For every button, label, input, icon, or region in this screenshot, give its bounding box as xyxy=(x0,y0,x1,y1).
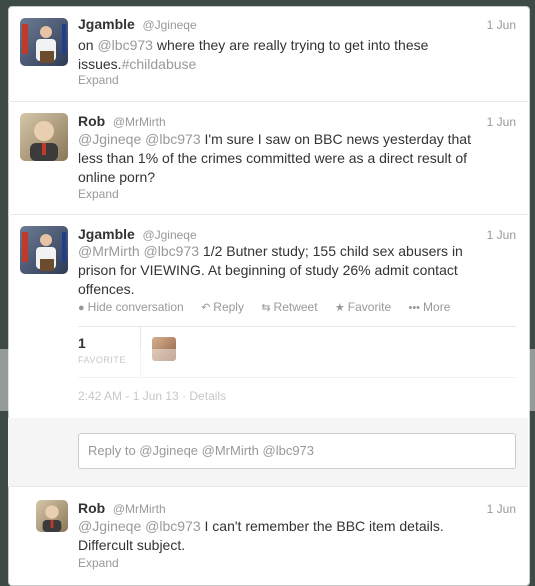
author-handle[interactable]: @Jgineqe xyxy=(142,18,196,32)
tweet-4[interactable]: Rob @MrMirth 1 Jun @Jgineqe @lbc973 I ca… xyxy=(8,486,528,578)
tweet-text: on @lbc973 where they are really trying … xyxy=(78,36,488,74)
mention-link[interactable]: @lbc973 xyxy=(145,131,200,147)
retweet-icon: ⇆ xyxy=(261,302,271,314)
tweet-timestamp[interactable]: 1 Jun xyxy=(487,18,516,32)
avatar[interactable] xyxy=(20,113,68,161)
author-name[interactable]: Jgamble xyxy=(78,16,135,32)
author-handle[interactable]: @Jgineqe xyxy=(142,228,196,242)
tweet-timestamp[interactable]: 1 Jun xyxy=(487,502,516,516)
hide-conversation-button[interactable]: ● Hide conversation xyxy=(78,300,184,314)
translucent-band xyxy=(0,349,535,411)
action-label: Favorite xyxy=(347,300,392,314)
reply-button[interactable]: ↶ Reply xyxy=(201,300,244,314)
avatar[interactable] xyxy=(36,500,68,532)
favorite-button[interactable]: ★ Favorite xyxy=(335,300,391,314)
action-label: Hide conversation xyxy=(87,300,184,314)
avatar[interactable] xyxy=(20,18,68,66)
expand-link[interactable]: Expand xyxy=(78,73,119,87)
author-handle[interactable]: @MrMirth xyxy=(113,502,166,516)
ellipsis-icon: ••• xyxy=(408,302,421,314)
expand-link[interactable]: Expand xyxy=(78,187,119,201)
retweet-button[interactable]: ⇆ Retweet xyxy=(261,300,317,314)
tweet-timestamp[interactable]: 1 Jun xyxy=(487,115,516,129)
author-handle[interactable]: @MrMirth xyxy=(113,115,166,129)
mention-link[interactable]: @MrMirth xyxy=(78,243,140,259)
reply-icon: ↶ xyxy=(201,302,211,314)
mention-link[interactable]: @lbc973 xyxy=(145,518,200,534)
avatar[interactable] xyxy=(20,226,68,274)
tweet-2[interactable]: Rob @MrMirth 1 Jun @Jgineqe @lbc973 I'm … xyxy=(8,101,528,215)
mention-link[interactable]: @Jgineqe xyxy=(78,131,141,147)
speech-bubble-icon: ● xyxy=(78,302,85,314)
expand-link[interactable]: Expand xyxy=(78,556,119,570)
reply-input[interactable]: Reply to @Jgineqe @MrMirth @lbc973 xyxy=(78,433,516,469)
reply-placeholder: Reply to @Jgineqe @MrMirth @lbc973 xyxy=(88,443,315,458)
text-segment: on xyxy=(78,37,98,53)
action-label: Retweet xyxy=(273,300,318,314)
author-name[interactable]: Rob xyxy=(78,113,105,129)
hashtag-link[interactable]: #childabuse xyxy=(122,56,197,72)
mention-link[interactable]: @lbc973 xyxy=(144,243,199,259)
mention-link[interactable]: @Jgineqe xyxy=(78,518,141,534)
author-name[interactable]: Rob xyxy=(78,500,105,516)
tweet-1[interactable]: Jgamble @Jgineqe 1 Jun on @lbc973 where … xyxy=(8,6,528,102)
mention-link[interactable]: @lbc973 xyxy=(97,37,152,53)
author-name[interactable]: Jgamble xyxy=(78,226,135,242)
tweet-text: @MrMirth @lbc973 1/2 Butner study; 155 c… xyxy=(78,242,488,299)
tweet-timestamp[interactable]: 1 Jun xyxy=(487,228,516,242)
action-label: More xyxy=(423,300,451,314)
star-icon: ★ xyxy=(334,302,345,314)
tweet-text: @Jgineqe @lbc973 I can't remember the BB… xyxy=(78,517,488,555)
tweet-text: @Jgineqe @lbc973 I'm sure I saw on BBC n… xyxy=(78,130,488,187)
action-label: Reply xyxy=(213,300,244,314)
tweet-actions: ● Hide conversation ↶ Reply ⇆ Retweet ★ Favo… xyxy=(78,300,464,314)
more-button[interactable]: ••• More xyxy=(408,300,450,314)
